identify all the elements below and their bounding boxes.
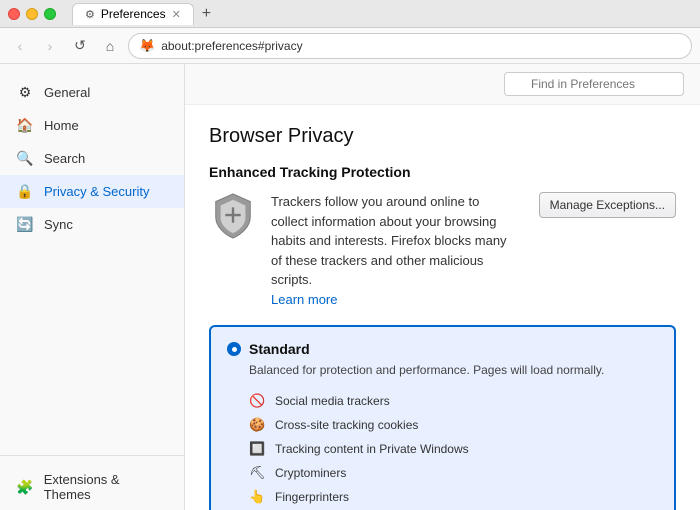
navbar: ‹ › ↺ ⌂ 🦊 about:preferences#privacy (0, 28, 700, 64)
home-button[interactable]: ⌂ (98, 34, 122, 58)
preferences-tab[interactable]: ⚙ Preferences ✕ (72, 3, 194, 25)
shield-icon (212, 192, 254, 240)
tracking-section: Trackers follow you around online to col… (209, 192, 676, 309)
sidebar-item-label: Search (44, 151, 85, 166)
crypto-tracker-icon: ⛏ (249, 465, 267, 481)
home-icon: 🏠 (16, 117, 34, 134)
page-title: Browser Privacy (209, 125, 676, 148)
list-item: 🔲 Tracking content in Private Windows (249, 437, 658, 461)
find-wrapper: 🔍 (504, 72, 684, 96)
sidebar-item-search[interactable]: 🔍 Search (0, 142, 184, 175)
sidebar-item-label: Privacy & Security (44, 184, 149, 199)
address-bar[interactable]: 🦊 about:preferences#privacy (128, 33, 692, 59)
tracking-description: Trackers follow you around online to col… (271, 192, 517, 309)
maximize-window-button[interactable] (44, 8, 56, 20)
sidebar-item-privacy[interactable]: 🔒 Privacy & Security (0, 175, 184, 208)
firefox-icon: 🦊 (139, 38, 155, 54)
general-icon: ⚙ (16, 84, 34, 101)
tab-bar: ⚙ Preferences ✕ + (72, 3, 692, 25)
tracker-label: Fingerprinters (275, 490, 349, 504)
forward-button[interactable]: › (38, 34, 62, 58)
sync-icon: 🔄 (16, 216, 34, 233)
sidebar-item-sync[interactable]: 🔄 Sync (0, 208, 184, 241)
reload-button[interactable]: ↺ (68, 34, 92, 58)
extensions-icon: 🧩 (16, 479, 34, 496)
find-in-preferences-input[interactable] (504, 72, 684, 96)
sidebar: ⚙ General 🏠 Home 🔍 Search 🔒 Privacy & Se… (0, 64, 185, 510)
tab-close-button[interactable]: ✕ (172, 8, 181, 21)
list-item: ⛏ Cryptominers (249, 461, 658, 485)
traffic-lights (8, 8, 56, 20)
private-tracker-icon: 🔲 (249, 441, 267, 457)
sidebar-item-label: Home (44, 118, 79, 133)
list-item: 🍪 Cross-site tracking cookies (249, 413, 658, 437)
sidebar-item-label: Sync (44, 217, 73, 232)
standard-desc: Balanced for protection and performance.… (249, 363, 658, 377)
social-tracker-icon: 🚫 (249, 393, 267, 409)
manage-exceptions-button[interactable]: Manage Exceptions... (539, 192, 676, 218)
shield-icon-wrap (209, 192, 257, 240)
find-bar: 🔍 (185, 64, 700, 105)
main-layout: ⚙ General 🏠 Home 🔍 Search 🔒 Privacy & Se… (0, 64, 700, 510)
section-title: Enhanced Tracking Protection (209, 164, 676, 180)
fingerprint-tracker-icon: 👆 (249, 489, 267, 505)
tab-title: Preferences (101, 7, 166, 21)
titlebar: ⚙ Preferences ✕ + (0, 0, 700, 28)
sidebar-item-extensions[interactable]: 🧩 Extensions & Themes (0, 464, 184, 510)
back-button[interactable]: ‹ (8, 34, 32, 58)
standard-radio[interactable] (227, 342, 241, 356)
sidebar-item-home[interactable]: 🏠 Home (0, 109, 184, 142)
url-text: about:preferences#privacy (161, 39, 302, 53)
new-tab-button[interactable]: + (202, 5, 211, 23)
sidebar-item-label: General (44, 85, 90, 100)
list-item: 🚫 Social media trackers (249, 389, 658, 413)
cookie-tracker-icon: 🍪 (249, 417, 267, 433)
minimize-window-button[interactable] (26, 8, 38, 20)
tracker-label: Cryptominers (275, 466, 346, 480)
sidebar-item-label: Extensions & Themes (44, 472, 168, 502)
content-area: 🔍 Browser Privacy Enhanced Tracking Prot… (185, 64, 700, 510)
standard-card: Standard Balanced for protection and per… (209, 325, 676, 510)
lock-icon: 🔒 (16, 183, 34, 200)
learn-more-link[interactable]: Learn more (271, 292, 337, 307)
search-icon: 🔍 (16, 150, 34, 167)
content-inner: Browser Privacy Enhanced Tracking Protec… (185, 105, 700, 510)
tracker-label: Tracking content in Private Windows (275, 442, 469, 456)
sidebar-item-general[interactable]: ⚙ General (0, 76, 184, 109)
tab-gear-icon: ⚙ (85, 8, 95, 21)
standard-header: Standard (227, 341, 658, 357)
list-item: 👆 Fingerprinters (249, 485, 658, 509)
standard-label: Standard (249, 341, 310, 357)
close-window-button[interactable] (8, 8, 20, 20)
tracker-list: 🚫 Social media trackers 🍪 Cross-site tra… (249, 389, 658, 509)
tracker-label: Cross-site tracking cookies (275, 418, 418, 432)
tracker-label: Social media trackers (275, 394, 390, 408)
